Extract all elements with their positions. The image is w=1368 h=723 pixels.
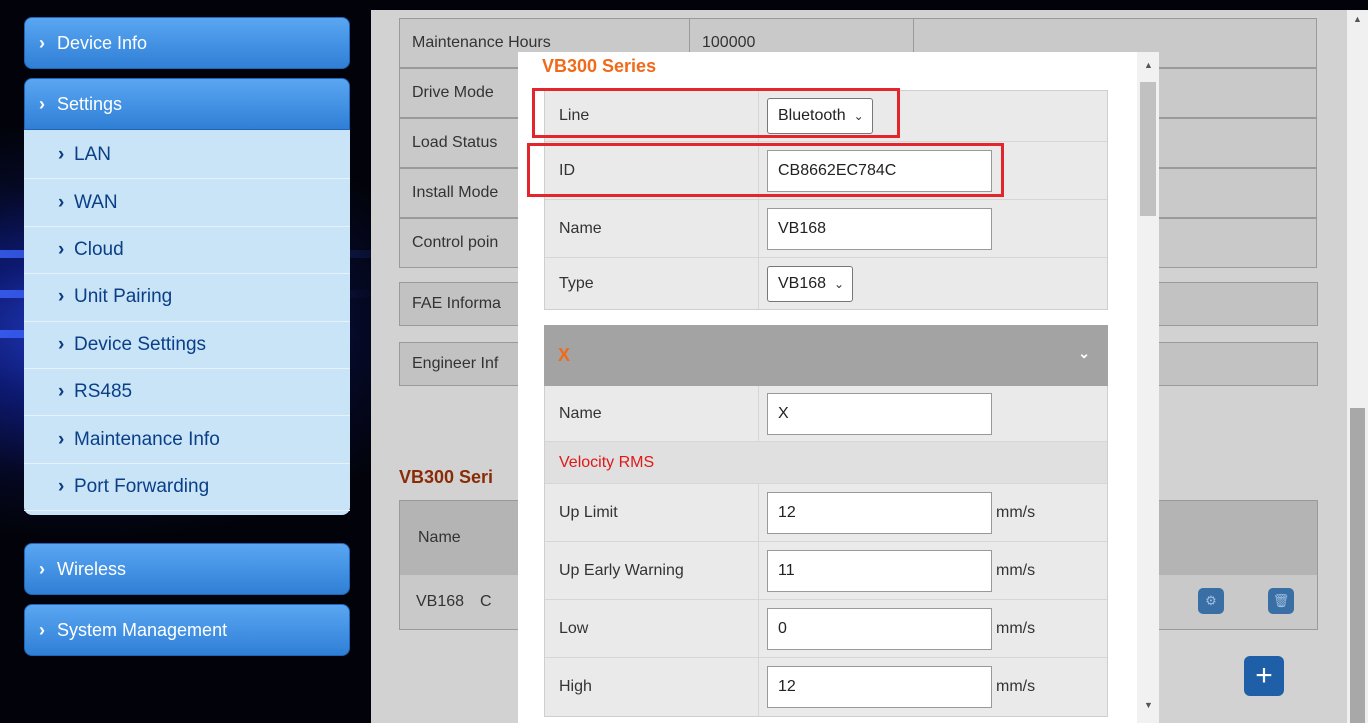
x-name-row: Name X <box>545 386 1107 442</box>
page-scrollbar[interactable]: ▲ <box>1347 10 1368 723</box>
sidebar-subitem-cloud[interactable]: › Cloud <box>24 227 350 275</box>
highlight-box-line <box>532 88 900 138</box>
chevron-right-icon: › <box>58 381 65 403</box>
low-input[interactable]: 0 <box>767 607 992 650</box>
section-label: FAE Informa <box>412 295 501 312</box>
sidebar-subitem-maintenance-info[interactable]: › Maintenance Info <box>24 416 350 464</box>
unit-label: mm/s <box>996 503 1036 521</box>
low-row: Low 0 mm/s <box>545 600 1107 658</box>
chevron-right-icon: › <box>39 93 45 114</box>
sidebar-item-label: Device Info <box>57 32 148 53</box>
scroll-up-icon[interactable]: ▲ <box>1144 60 1153 70</box>
low-label: Low <box>545 600 759 657</box>
subitem-label: LAN <box>74 144 111 166</box>
name-input[interactable]: VB168 <box>767 207 992 250</box>
trash-icon[interactable]: 🗑 <box>1268 588 1294 614</box>
type-select-value: VB168 <box>778 274 827 292</box>
sidebar-item-label: Wireless <box>57 558 127 579</box>
sidebar-subitem-rs485[interactable]: › RS485 <box>24 369 350 417</box>
chevron-right-icon: › <box>39 619 45 640</box>
chevron-right-icon: › <box>39 32 45 53</box>
section-label: Engineer Inf <box>412 355 499 372</box>
unit-label: mm/s <box>996 678 1036 695</box>
type-row: Type VB168 ⌄ <box>545 258 1107 309</box>
row-name: VB168 <box>416 593 465 610</box>
chevron-right-icon: › <box>58 191 65 213</box>
x-name-cell: X <box>759 386 1107 441</box>
type-value-cell: VB168 ⌄ <box>759 258 1107 309</box>
scroll-up-icon[interactable]: ▲ <box>1353 14 1362 24</box>
high-label: High <box>545 658 759 716</box>
subitem-label: Maintenance Info <box>74 428 220 450</box>
sidebar-item-label: Settings <box>57 93 123 114</box>
high-input[interactable]: 12 <box>767 666 992 708</box>
sidebar-menu: › Device Info › Settings › LAN › WAN › Clou… <box>24 17 350 657</box>
subitem-label: Device Settings <box>74 333 207 355</box>
settings-submenu: › LAN › WAN › Cloud › Unit Pairing › Device S… <box>24 130 350 516</box>
highlight-box-id <box>527 143 1004 197</box>
sidebar-item-wireless[interactable]: › Wireless <box>24 543 350 596</box>
subitem-label: WAN <box>74 191 118 213</box>
type-label: Type <box>545 258 759 309</box>
sidebar-subitem-port-forwarding[interactable]: › Port Forwarding <box>24 464 350 512</box>
high-row: High 12 mm/s <box>545 658 1107 716</box>
x-section-title: X <box>558 345 571 365</box>
type-select[interactable]: VB168 ⌄ <box>767 265 854 302</box>
up-limit-label: Up Limit <box>545 484 759 541</box>
sidebar-subitem-lan[interactable]: › LAN <box>24 132 350 180</box>
chevron-right-icon: › <box>58 238 65 260</box>
sidebar-subitem-device-settings[interactable]: › Device Settings <box>24 322 350 369</box>
scrollbar-thumb[interactable] <box>1140 82 1156 216</box>
chevron-down-icon: ⌄ <box>834 276 845 291</box>
up-early-warning-label: Up Early Warning <box>545 542 759 599</box>
subitem-label: Cloud <box>74 238 124 260</box>
sidebar-subitem-wan[interactable]: › WAN <box>24 179 350 227</box>
unit-label: mm/s <box>996 561 1036 579</box>
low-cell: 0 mm/s <box>759 600 1107 657</box>
sidebar-item-system-management[interactable]: › System Management <box>24 604 350 657</box>
x-axis-section-header[interactable]: X ⌄ <box>544 325 1108 386</box>
up-early-warning-input[interactable]: 11 <box>767 549 992 592</box>
sidebar-item-settings[interactable]: › Settings <box>24 78 350 130</box>
vb300-modal: VB300 Series Line Bluetooth ⌄ ID CB8662EC… <box>518 52 1159 723</box>
name-row: Name VB168 <box>545 200 1107 258</box>
high-cell: 12 mm/s <box>759 658 1107 716</box>
chevron-down-icon[interactable]: ⌄ <box>1078 345 1090 362</box>
vb300-heading: VB300 Seri <box>399 467 494 487</box>
sidebar-item-device-info[interactable]: › Device Info <box>24 17 350 69</box>
column-header-name: Name <box>418 529 461 546</box>
subitem-label: RS485 <box>74 381 133 403</box>
up-limit-input[interactable]: 12 <box>767 491 992 534</box>
chevron-right-icon: › <box>58 475 65 497</box>
settings-gear-icon[interactable]: ⚙ <box>1198 588 1224 614</box>
x-form-table: Name X Velocity RMS Up Limit 12 mm/s Up E… <box>544 386 1108 717</box>
chevron-right-icon: › <box>58 144 65 166</box>
subitem-label: Port Forwarding <box>74 475 210 497</box>
x-name-label: Name <box>545 386 759 441</box>
modal-scrollbar[interactable]: ▲ ▼ <box>1137 52 1159 723</box>
chevron-right-icon: › <box>58 333 65 355</box>
x-name-input[interactable]: X <box>767 392 992 435</box>
modal-title: VB300 Series <box>542 56 657 76</box>
velocity-rms-heading: Velocity RMS <box>545 442 1107 484</box>
up-limit-row: Up Limit 12 mm/s <box>545 484 1107 542</box>
up-early-warning-row: Up Early Warning 11 mm/s <box>545 542 1107 600</box>
name-label: Name <box>545 200 759 257</box>
unit-label: mm/s <box>996 619 1036 637</box>
subitem-label: Unit Pairing <box>74 286 173 308</box>
up-early-warning-cell: 11 mm/s <box>759 542 1107 599</box>
sidebar-item-label: System Management <box>57 619 228 640</box>
plus-icon[interactable]: + <box>1244 656 1284 696</box>
chevron-right-icon: › <box>58 286 65 308</box>
sidebar-subitem-unit-pairing[interactable]: › Unit Pairing <box>24 274 350 322</box>
chevron-right-icon: › <box>58 428 65 450</box>
name-value-cell: VB168 <box>759 200 1107 257</box>
row-id: C <box>480 593 492 610</box>
chevron-right-icon: › <box>39 558 45 579</box>
up-limit-cell: 12 mm/s <box>759 484 1107 541</box>
scrollbar-thumb[interactable] <box>1350 408 1365 723</box>
scroll-down-icon[interactable]: ▼ <box>1144 700 1153 710</box>
